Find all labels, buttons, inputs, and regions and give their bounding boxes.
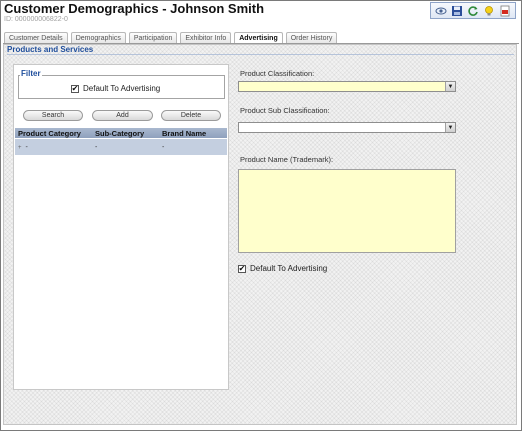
product-name-label: Product Name (Trademark): [240, 155, 334, 164]
filter-default-label: Default To Advertising [83, 84, 161, 93]
cell-sub-category: - [95, 143, 98, 151]
product-sub-classification-label: Product Sub Classification: [240, 106, 330, 115]
filter-default-checkbox[interactable]: ✔ [71, 84, 79, 93]
column-header-sub-category[interactable]: Sub-Category [95, 129, 162, 138]
view-icon[interactable] [435, 5, 447, 17]
toolbar [430, 2, 516, 19]
default-advertising-checkbox[interactable]: ✔ [238, 264, 246, 273]
section-divider [7, 54, 514, 55]
default-advertising-row: ✔ Default To Advertising [238, 264, 327, 273]
row-expand-icon[interactable]: + [18, 145, 22, 151]
page-title: Customer Demographics - Johnson Smith [4, 1, 265, 16]
product-name-field[interactable] [238, 169, 456, 253]
column-header-brand-name[interactable]: Brand Name [162, 129, 227, 138]
search-button[interactable]: Search [23, 110, 83, 121]
cell-brand-name: - [162, 143, 165, 151]
delete-button[interactable]: Delete [161, 110, 221, 121]
lightbulb-icon[interactable] [483, 5, 495, 17]
cell-product-category: + - [18, 143, 28, 151]
section-title: Products and Services [7, 45, 94, 54]
product-classification-select[interactable]: ▼ [238, 81, 456, 92]
products-grid-header: Product Category Sub-Category Brand Name [15, 128, 227, 138]
save-icon[interactable] [451, 5, 463, 17]
chevron-down-icon[interactable]: ▼ [445, 82, 455, 91]
record-id: ID: 000000006822-0 [4, 16, 68, 23]
refresh-icon[interactable] [467, 5, 479, 17]
filter-legend: Filter [20, 69, 42, 78]
filter-default-checkbox-row: ✔ Default To Advertising [71, 84, 160, 93]
column-header-product-category[interactable]: Product Category [15, 129, 95, 138]
table-row[interactable]: + - - - [15, 139, 227, 155]
product-classification-label: Product Classification: [240, 69, 315, 78]
pdf-icon[interactable] [499, 5, 511, 17]
default-advertising-label: Default To Advertising [250, 264, 328, 273]
chevron-down-icon[interactable]: ▼ [445, 123, 455, 132]
add-button[interactable]: Add [92, 110, 153, 121]
product-sub-classification-select[interactable]: ▼ [238, 122, 456, 133]
